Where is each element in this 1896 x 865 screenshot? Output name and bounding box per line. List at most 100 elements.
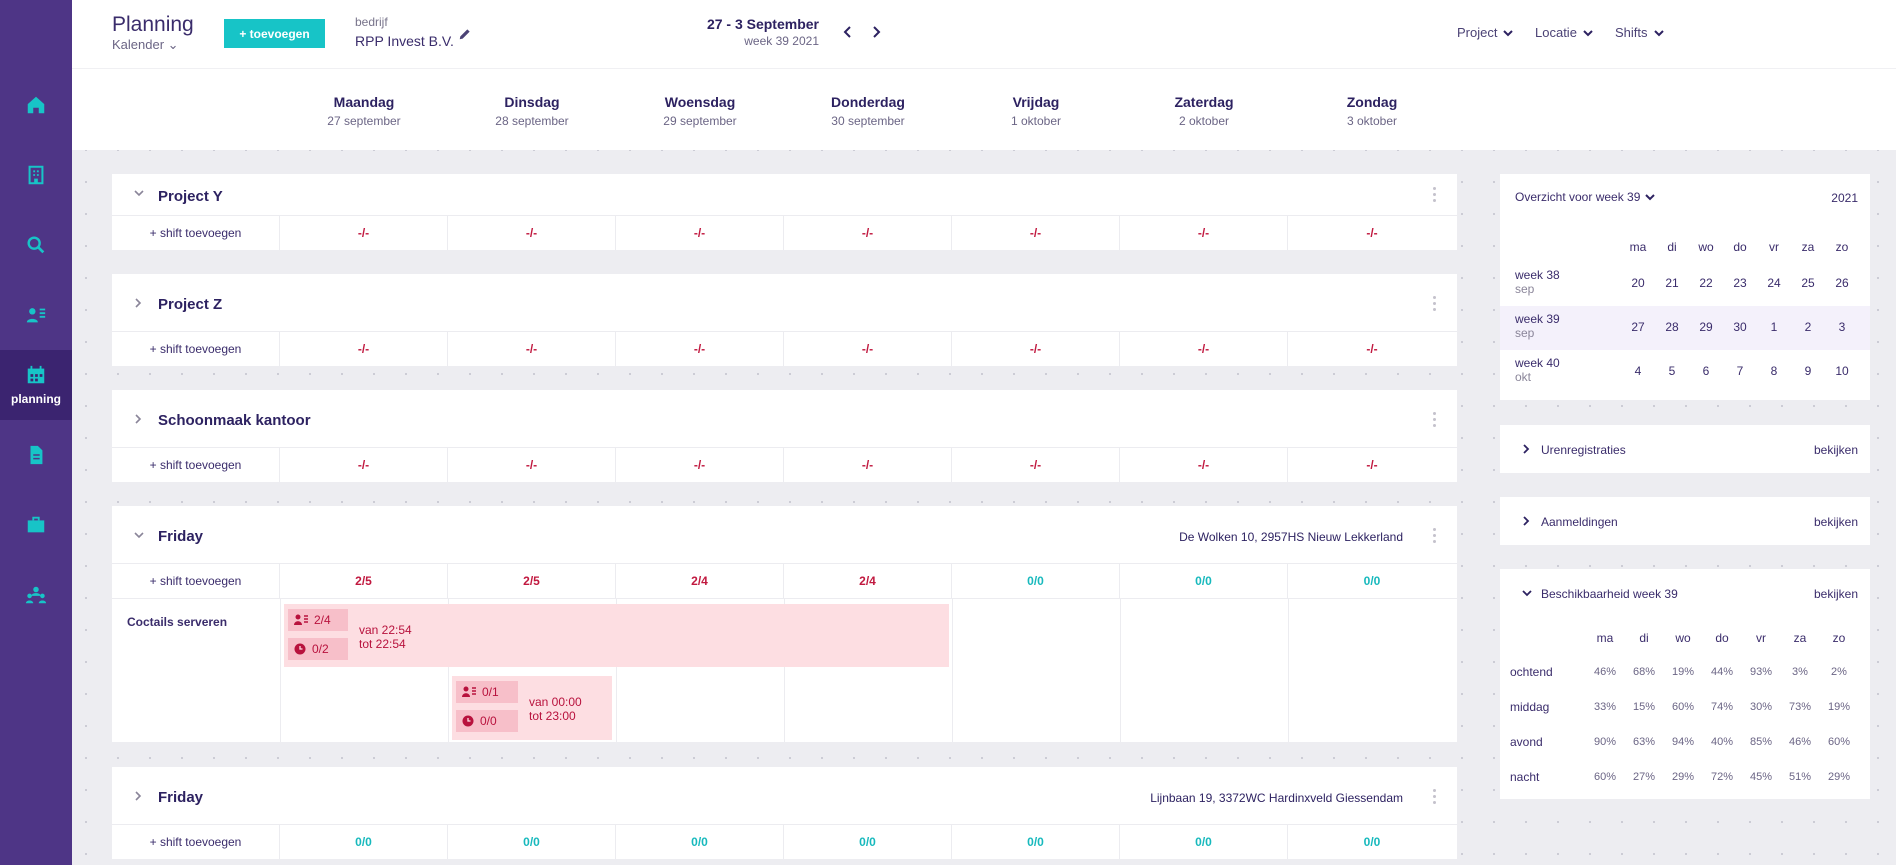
- view-registrations-link[interactable]: bekijken: [1814, 515, 1858, 529]
- project-header[interactable]: Project Z: [112, 274, 1457, 332]
- project-header[interactable]: Project Y: [112, 174, 1457, 216]
- project-header[interactable]: Friday Lijnbaan 19, 3372WC Hardinxveld G…: [112, 767, 1457, 825]
- week-overview-selector[interactable]: Overzicht voor week 39: [1515, 190, 1656, 204]
- add-shift-link[interactable]: + shift toevoegen: [112, 332, 280, 366]
- add-shift-link[interactable]: + shift toevoegen: [112, 564, 280, 598]
- project-card: Project Z + shift toevoegen -/- -/- -/- …: [112, 274, 1457, 366]
- pencil-icon[interactable]: [458, 27, 472, 41]
- view-availability-link[interactable]: bekijken: [1814, 587, 1858, 601]
- shift-count: -/-: [280, 216, 448, 250]
- add-button[interactable]: + toevoegen: [224, 19, 325, 48]
- calendar-day[interactable]: 7: [1723, 364, 1757, 378]
- shift-count: -/-: [448, 332, 616, 366]
- sidebar-item-documents[interactable]: [0, 420, 72, 490]
- calendar-day[interactable]: 20: [1621, 276, 1655, 290]
- day-abbrev: wo: [1675, 631, 1691, 645]
- week-row[interactable]: week 40 okt 4 5 6 7 8 9 10: [1500, 350, 1870, 394]
- calendar-day[interactable]: 1: [1757, 320, 1791, 334]
- chevron-left-icon[interactable]: [842, 25, 854, 39]
- availability-value: 60%: [1593, 771, 1617, 783]
- calendar-day[interactable]: 24: [1757, 276, 1791, 290]
- project-header[interactable]: Friday De Wolken 10, 2957HS Nieuw Lekker…: [112, 506, 1457, 564]
- more-options-icon[interactable]: [1433, 412, 1437, 430]
- sidebar-item-team[interactable]: [0, 560, 72, 630]
- project-header[interactable]: Schoonmaak kantoor: [112, 390, 1457, 448]
- calendar-day[interactable]: 23: [1723, 276, 1757, 290]
- chevron-down-icon[interactable]: [134, 531, 144, 539]
- sidebar-item-search[interactable]: [0, 210, 72, 280]
- staff-count: 2/4: [314, 613, 331, 627]
- filter-locatie[interactable]: Locatie: [1535, 25, 1593, 40]
- availability-row-label: middag: [1510, 700, 1550, 714]
- shift-count: -/-: [784, 216, 952, 250]
- shift-count: 0/0: [1120, 825, 1288, 859]
- chevron-down-icon[interactable]: [134, 189, 144, 197]
- shift-to: tot 23:00: [529, 709, 576, 723]
- calendar-day[interactable]: 21: [1655, 276, 1689, 290]
- calendar-day[interactable]: 4: [1621, 364, 1655, 378]
- registrations-card[interactable]: Aanmeldingen bekijken: [1500, 497, 1870, 545]
- calendar-day[interactable]: 2: [1791, 320, 1825, 334]
- chevron-right-icon[interactable]: [870, 25, 882, 39]
- calendar-day[interactable]: 10: [1825, 364, 1859, 378]
- week-row[interactable]: week 38 sep 20 21 22 23 24 25 26: [1500, 262, 1870, 306]
- day-name: Maandag: [333, 94, 395, 110]
- shift-count: -/-: [1120, 332, 1288, 366]
- add-shift-link[interactable]: + shift toevoegen: [112, 448, 280, 482]
- calendar-day[interactable]: 6: [1689, 364, 1723, 378]
- availability-value: 60%: [1671, 701, 1695, 713]
- chevron-down-icon: ⌄: [167, 37, 179, 52]
- calendar-day[interactable]: 30: [1723, 320, 1757, 334]
- calendar-day[interactable]: 5: [1655, 364, 1689, 378]
- calendar-day[interactable]: 9: [1791, 364, 1825, 378]
- more-options-icon[interactable]: [1433, 528, 1437, 546]
- shift-count-row: + shift toevoegen -/- -/- -/- -/- -/- -/…: [112, 448, 1457, 482]
- chevron-right-icon[interactable]: [134, 298, 142, 308]
- sidebar-item-jobs[interactable]: [0, 490, 72, 560]
- day-header: Zaterdag 2 oktober: [1120, 94, 1288, 128]
- shift-block[interactable]: 0/1 0/0 van 00:00 tot 23:00: [452, 676, 612, 740]
- more-options-icon[interactable]: [1433, 296, 1437, 314]
- filter-label: Locatie: [1535, 25, 1577, 40]
- project-card: Schoonmaak kantoor + shift toevoegen -/-…: [112, 390, 1457, 482]
- calendar-day[interactable]: 28: [1655, 320, 1689, 334]
- chevron-right-icon[interactable]: [134, 414, 142, 424]
- sidebar-item-label: planning: [11, 392, 61, 406]
- more-options-icon[interactable]: [1433, 187, 1437, 205]
- shift-count: 0/0: [1363, 835, 1381, 849]
- availability-value: 46%: [1593, 666, 1617, 678]
- hours-title: Urenregistraties: [1541, 443, 1626, 457]
- day-name: Zaterdag: [1174, 94, 1234, 110]
- availability-value: 30%: [1749, 701, 1773, 713]
- week-row-current[interactable]: week 39 sep 27 28 29 30 1 2 3: [1500, 306, 1870, 350]
- calendar-day[interactable]: 3: [1825, 320, 1859, 334]
- filter-project[interactable]: Project: [1457, 25, 1514, 40]
- shift-count: -/-: [1366, 226, 1378, 240]
- sidebar-item-planning[interactable]: planning: [0, 350, 72, 420]
- chevron-right-icon[interactable]: [134, 791, 142, 801]
- sidebar-item-companies[interactable]: [0, 140, 72, 210]
- add-shift-link[interactable]: + shift toevoegen: [112, 216, 280, 250]
- add-shift-link[interactable]: + shift toevoegen: [112, 825, 280, 859]
- chevron-right-icon[interactable]: [1522, 516, 1530, 526]
- sidebar-item-home[interactable]: [0, 70, 72, 140]
- more-options-icon[interactable]: [1433, 789, 1437, 807]
- calendar-day[interactable]: 22: [1689, 276, 1723, 290]
- calendar-day[interactable]: 8: [1757, 364, 1791, 378]
- chevron-right-icon[interactable]: [1522, 444, 1530, 454]
- calendar-day[interactable]: 29: [1689, 320, 1723, 334]
- calendar-day[interactable]: 25: [1791, 276, 1825, 290]
- day-abbrev: do: [1715, 631, 1729, 645]
- shift-count: -/-: [1366, 458, 1378, 472]
- sidebar-item-users[interactable]: [0, 280, 72, 350]
- calendar-day[interactable]: 27: [1621, 320, 1655, 334]
- view-hours-link[interactable]: bekijken: [1814, 443, 1858, 457]
- filter-shifts[interactable]: Shifts: [1615, 25, 1664, 40]
- chevron-down-icon[interactable]: [1522, 589, 1532, 597]
- hours-card[interactable]: Urenregistraties bekijken: [1500, 425, 1870, 473]
- availability-value: 15%: [1632, 701, 1656, 713]
- view-selector[interactable]: Kalender ⌄: [112, 37, 179, 53]
- shift-block[interactable]: 2/4 0/2 van 22:54 tot 22:54: [284, 604, 949, 667]
- project-name: Friday: [158, 789, 204, 806]
- calendar-day[interactable]: 26: [1825, 276, 1859, 290]
